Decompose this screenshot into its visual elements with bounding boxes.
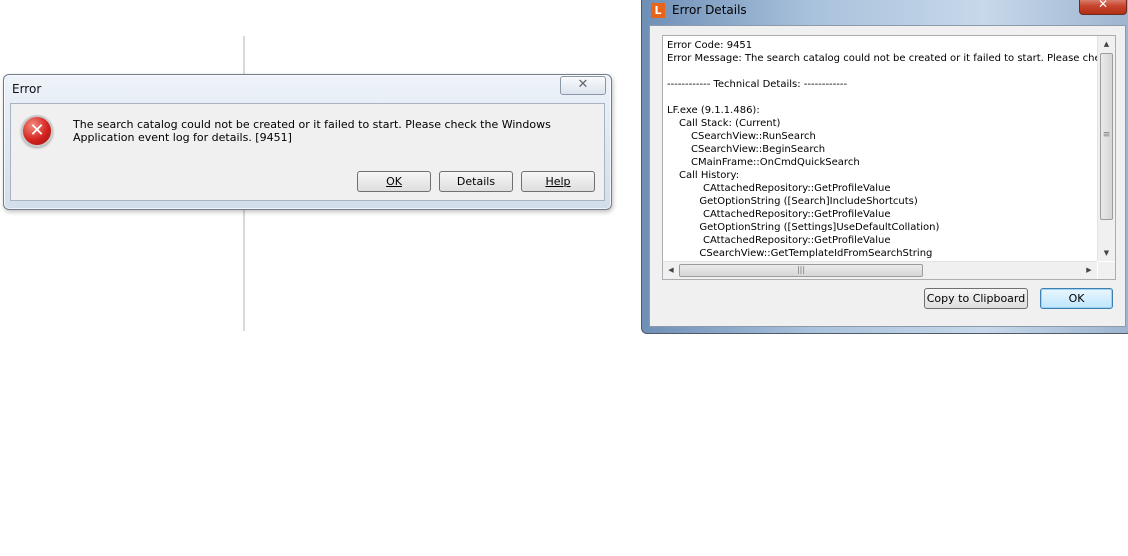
details-line: Error Code: 9451: [667, 40, 753, 51]
error-details-window: L Error Details ✕ Error Code: 9451 Error …: [641, 0, 1128, 334]
details-line: CSearchView::GetTemplateIdFromSearchStri…: [699, 248, 933, 259]
error-details-body: Error Code: 9451 Error Message: The searc…: [649, 25, 1126, 327]
horizontal-scrollbar[interactable]: ◀ ||| ▶: [663, 261, 1097, 279]
details-line: CAttachedRepository::GetProfileValue: [703, 183, 891, 194]
scroll-down-icon[interactable]: ▼: [1098, 245, 1115, 261]
details-textbox[interactable]: Error Code: 9451 Error Message: The searc…: [662, 35, 1116, 280]
ok-button[interactable]: OK: [357, 171, 431, 192]
error-dialog-body: ✕ The search catalog could not be create…: [10, 103, 605, 201]
scroll-left-icon[interactable]: ◀: [663, 262, 679, 279]
error-dialog: Error ✕ ✕ The search catalog could not b…: [3, 74, 612, 210]
error-dialog-title: Error: [12, 82, 42, 96]
app-logo-icon: L: [651, 3, 665, 18]
copy-button-label: Copy to Clipboard: [926, 292, 1026, 305]
details-line: LF.exe (9.1.1.486):: [667, 105, 760, 116]
details-line: CSearchView::RunSearch: [691, 131, 816, 142]
details-line: Call History:: [679, 170, 740, 181]
help-button-label: Help: [545, 175, 571, 188]
close-icon: ✕: [1097, 0, 1109, 11]
vertical-scroll-thumb[interactable]: ≡: [1100, 53, 1113, 220]
help-button[interactable]: Help: [521, 171, 595, 192]
scroll-up-icon[interactable]: ▲: [1098, 36, 1115, 52]
details-line: CAttachedRepository::GetProfileValue: [703, 209, 891, 220]
error-icon: ✕: [21, 115, 53, 147]
details-ok-label: OK: [1068, 292, 1085, 305]
copy-to-clipboard-button[interactable]: Copy to Clipboard: [924, 288, 1028, 309]
details-line: GetOptionString ([Settings]UseDefaultCol…: [699, 222, 940, 233]
error-details-title: Error Details: [672, 3, 747, 17]
details-line: CAttachedRepository::GetProfileValue: [703, 235, 891, 246]
details-line: ------------ Technical Details: --------…: [667, 79, 848, 90]
scrollbar-corner: [1098, 262, 1115, 279]
ok-button-label: OK: [386, 175, 402, 188]
horizontal-scroll-thumb[interactable]: |||: [679, 264, 923, 277]
details-line: Error Message: The search catalog could …: [667, 53, 1112, 64]
vertical-scrollbar[interactable]: ▲ ≡ ▼: [1097, 36, 1115, 261]
error-message: The search catalog could not be created …: [73, 118, 551, 144]
details-line: CSearchView::BeginSearch: [691, 144, 826, 155]
close-button[interactable]: ✕: [560, 76, 606, 95]
details-ok-button[interactable]: OK: [1040, 288, 1113, 309]
close-icon: ✕: [577, 77, 589, 92]
details-line: Call Stack: (Current): [679, 118, 781, 129]
details-button-label: Details: [456, 175, 496, 188]
close-button[interactable]: ✕: [1079, 0, 1127, 15]
details-button[interactable]: Details: [439, 171, 513, 192]
details-line: CMainFrame::OnCmdQuickSearch: [691, 157, 860, 168]
details-line: GetOptionString ([Search]IncludeShortcut…: [699, 196, 918, 207]
scroll-right-icon[interactable]: ▶: [1081, 262, 1097, 279]
